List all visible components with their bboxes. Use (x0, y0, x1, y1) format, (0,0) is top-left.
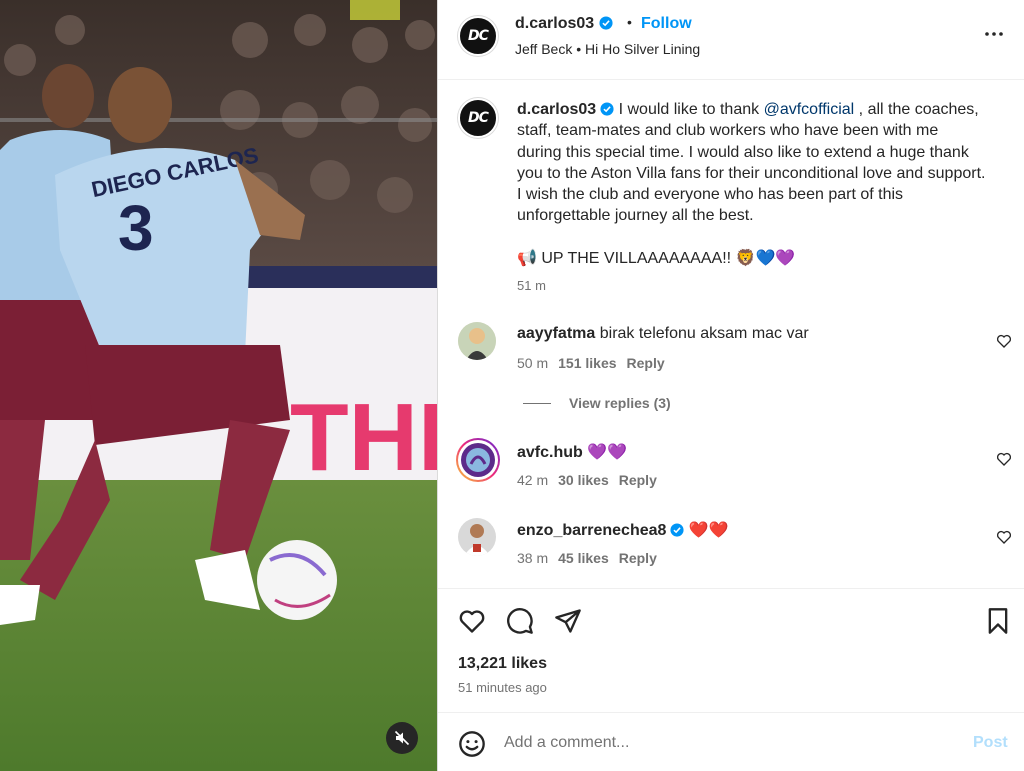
caption-time: 51 m (517, 278, 546, 293)
comment-meta: 38 m 45 likes Reply (517, 550, 657, 566)
verified-badge-icon (600, 102, 614, 116)
video-frame: THE UNI DIEGO CARLOS 3 (0, 0, 437, 771)
comment-body: birak telefonu aksam mac var (599, 325, 809, 342)
author-username[interactable]: d.carlos03 (515, 15, 613, 33)
mute-icon (394, 730, 410, 746)
reply-button[interactable]: Reply (619, 472, 657, 488)
bookmark-icon[interactable] (984, 607, 1012, 635)
commenter-avatar[interactable] (456, 438, 500, 482)
avatar-initials: DC (468, 28, 489, 44)
comment-input[interactable] (504, 731, 944, 755)
football (257, 540, 337, 620)
avatar-photo (458, 518, 496, 556)
commenter-avatar[interactable] (458, 322, 496, 360)
share-icon[interactable] (554, 607, 582, 635)
comment-body: ❤️❤️ (688, 522, 729, 539)
comment-time: 38 m (517, 550, 549, 566)
comment-likes[interactable]: 30 likes (558, 472, 609, 488)
caption-cheer: 📢 UP THE VILLAAAAAAAA!! 🦁💙💜 (517, 250, 796, 267)
view-replies-button[interactable]: View replies (3) (523, 395, 671, 411)
follow-button[interactable]: Follow (641, 15, 692, 33)
audio-track-link[interactable]: Jeff Beck • Hi Ho Silver Lining (515, 41, 700, 57)
author-avatar[interactable]: DC (458, 16, 498, 56)
heart-icon[interactable] (996, 333, 1012, 349)
comment-username[interactable]: enzo_barrenechea8 (517, 522, 666, 539)
avatar-initials: DC (468, 110, 489, 126)
post-actions: 13,221 likes 51 minutes ago (438, 588, 1024, 712)
username-text: d.carlos03 (515, 15, 595, 32)
comment-bar: Post (438, 712, 1024, 771)
caption-text-before: I would like to thank (614, 101, 764, 118)
likes-count[interactable]: 13,221 likes (458, 655, 547, 673)
caption-username[interactable]: d.carlos03 (517, 101, 596, 118)
header-separator: • (627, 14, 632, 30)
verified-badge-icon (599, 16, 613, 30)
more-options-icon[interactable] (982, 22, 1006, 46)
post-media[interactable]: THE UNI DIEGO CARLOS 3 (0, 0, 437, 771)
comment-username[interactable]: aayyfatma (517, 325, 595, 342)
comment-text: aayyfatma birak telefonu aksam mac var (517, 325, 809, 343)
comment-username[interactable]: avfc.hub (517, 444, 583, 461)
replies-dash (523, 403, 551, 404)
jersey-number: 3 (118, 192, 154, 264)
post-caption: d.carlos03 I would like to thank @avfcof… (517, 99, 987, 227)
comment-meta: 42 m 30 likes Reply (517, 472, 657, 488)
commenter-avatar[interactable] (458, 518, 496, 556)
comment-likes[interactable]: 151 likes (558, 355, 616, 371)
heart-icon[interactable] (996, 451, 1012, 467)
comment-text: avfc.hub 💜💜 (517, 442, 627, 462)
post-header: DC d.carlos03 • Follow Jeff Beck • Hi Ho… (438, 0, 1024, 80)
banner-text: THE UNI (290, 384, 437, 491)
reply-button[interactable]: Reply (619, 550, 657, 566)
comment-body: 💜💜 (587, 444, 628, 461)
heart-icon[interactable] (996, 529, 1012, 545)
post-comment-button[interactable]: Post (973, 734, 1008, 752)
view-replies-label: View replies (3) (569, 395, 671, 411)
comment-time: 42 m (517, 472, 549, 488)
post-panel: DC d.carlos03 • Follow Jeff Beck • Hi Ho… (437, 0, 1024, 771)
avatar-photo (458, 440, 498, 480)
comment-meta: 50 m 151 likes Reply (517, 355, 665, 371)
comment-time: 50 m (517, 355, 549, 371)
comment-likes[interactable]: 45 likes (558, 550, 609, 566)
comment-icon[interactable] (506, 607, 534, 635)
reply-button[interactable]: Reply (627, 355, 665, 371)
heart-icon[interactable] (458, 607, 486, 635)
emoji-icon[interactable] (458, 730, 486, 758)
caption-text-after: , all the coaches, staff, team-mates and… (517, 101, 986, 225)
comment-text: enzo_barrenechea8 ❤️❤️ (517, 520, 729, 540)
posted-time: 51 minutes ago (458, 680, 547, 695)
caption-author-avatar[interactable]: DC (458, 98, 498, 138)
avatar-photo (458, 322, 496, 360)
verified-badge-icon (670, 523, 684, 537)
mention-link[interactable]: @avfcofficial (764, 101, 855, 118)
mute-toggle-button[interactable] (386, 722, 418, 754)
